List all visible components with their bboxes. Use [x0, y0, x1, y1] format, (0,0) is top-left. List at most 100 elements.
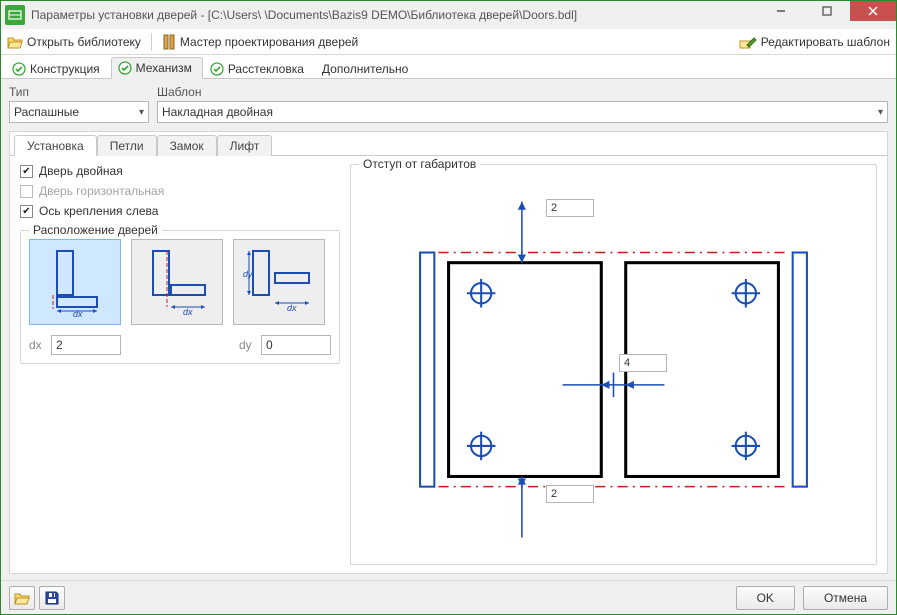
- double-door-label: Дверь двойная: [39, 164, 123, 178]
- minimize-button[interactable]: [758, 1, 804, 21]
- maximize-button[interactable]: [804, 1, 850, 21]
- template-column: Шаблон Накладная двойная ▾: [157, 85, 888, 123]
- offset-drawing: 2 4 2: [359, 173, 868, 556]
- main-tab-bar: Конструкция Механизм Расстекловка Дополн…: [1, 55, 896, 79]
- sub-tab-bar: Установка Петли Замок Лифт: [10, 132, 887, 156]
- offset-group: Отступ от габаритов: [350, 164, 877, 565]
- ok-button[interactable]: OK: [736, 586, 795, 610]
- content-area: Тип Распашные ▾ Шаблон Накладная двойная…: [1, 79, 896, 580]
- subtab-hinges-label: Петли: [110, 139, 144, 153]
- cancel-label: Отмена: [824, 591, 867, 605]
- close-button[interactable]: [850, 1, 896, 21]
- edit-template-label: Редактировать шаблон: [761, 35, 890, 49]
- check-icon: [12, 62, 26, 76]
- svg-text:dy: dy: [243, 269, 253, 279]
- checkbox-icon: ✔: [20, 205, 33, 218]
- tab-extra-label: Дополнительно: [322, 62, 408, 76]
- install-options-column: ✔ Дверь двойная Дверь горизонтальная ✔ О…: [20, 164, 340, 565]
- door-wizard-label: Мастер проектирования дверей: [180, 35, 358, 49]
- template-select[interactable]: Накладная двойная ▾: [157, 101, 888, 123]
- dx-label: dx: [29, 338, 47, 352]
- layout-option-1[interactable]: dx: [29, 239, 121, 325]
- open-library-button[interactable]: Открыть библиотеку: [7, 35, 141, 49]
- offset-top-value: 2: [551, 202, 557, 214]
- tab-mechanism-label: Механизм: [136, 61, 192, 75]
- template-value: Накладная двойная: [162, 105, 273, 119]
- save-icon: [45, 591, 59, 605]
- mechanism-panel: Установка Петли Замок Лифт ✔ Дверь двойн…: [9, 131, 888, 574]
- layout-option-3[interactable]: dy dx: [233, 239, 325, 325]
- type-column: Тип Распашные ▾: [9, 85, 149, 123]
- svg-text:dx: dx: [183, 307, 193, 317]
- door-wizard-button[interactable]: Мастер проектирования дверей: [162, 34, 358, 50]
- open-button[interactable]: [9, 586, 35, 610]
- tab-extra[interactable]: Дополнительно: [315, 58, 419, 79]
- app-icon: [5, 5, 25, 25]
- dy-value: 0: [266, 338, 273, 352]
- window-title: Параметры установки дверей - [C:\Users\ …: [31, 8, 758, 22]
- subtab-lock[interactable]: Замок: [157, 135, 217, 156]
- checkbox-icon: [20, 185, 33, 198]
- dx-field: dx 2: [29, 335, 121, 355]
- tab-mechanism[interactable]: Механизм: [111, 57, 203, 79]
- dx-value: 2: [56, 338, 63, 352]
- subtab-lock-label: Замок: [170, 139, 204, 153]
- layout-option-2[interactable]: dx: [131, 239, 223, 325]
- subtab-install-label: Установка: [27, 139, 84, 153]
- chevron-down-icon: ▾: [139, 107, 144, 118]
- cancel-button[interactable]: Отмена: [803, 586, 888, 610]
- folder-open-icon: [7, 35, 23, 49]
- type-value: Распашные: [14, 105, 79, 119]
- offset-title: Отступ от габаритов: [359, 157, 480, 171]
- dy-field: dy 0: [239, 335, 331, 355]
- type-template-row: Тип Распашные ▾ Шаблон Накладная двойная…: [9, 85, 888, 123]
- svg-text:dx: dx: [287, 303, 297, 313]
- offset-top-input[interactable]: 2: [546, 199, 594, 217]
- horizontal-door-checkbox: Дверь горизонтальная: [20, 184, 340, 198]
- type-label: Тип: [9, 85, 149, 99]
- offset-middle-input[interactable]: 4: [619, 354, 667, 372]
- edit-template-button[interactable]: Редактировать шаблон: [739, 35, 890, 49]
- titlebar: Параметры установки дверей - [C:\Users\ …: [1, 1, 896, 29]
- layout-thumb-row: dx dx: [29, 239, 331, 325]
- subtab-hinges[interactable]: Петли: [97, 135, 157, 156]
- tab-construction[interactable]: Конструкция: [5, 58, 111, 79]
- subtab-lift-label: Лифт: [230, 139, 260, 153]
- open-library-label: Открыть библиотеку: [27, 35, 141, 49]
- template-label: Шаблон: [157, 85, 888, 99]
- ok-label: OK: [757, 591, 774, 605]
- window: Параметры установки дверей - [C:\Users\ …: [0, 0, 897, 615]
- panel-body: ✔ Дверь двойная Дверь горизонтальная ✔ О…: [10, 156, 887, 573]
- toolbar-separator: [151, 33, 152, 51]
- tab-glazing-label: Расстекловка: [228, 62, 304, 76]
- offset-bottom-input[interactable]: 2: [546, 485, 594, 503]
- check-icon: [118, 61, 132, 75]
- toolbar: Открыть библиотеку Мастер проектирования…: [1, 29, 896, 55]
- hinge-left-label: Ось крепления слева: [39, 204, 158, 218]
- dx-dy-row: dx 2 dy 0: [29, 335, 331, 355]
- dx-input[interactable]: 2: [51, 335, 121, 355]
- offset-middle-value: 4: [624, 357, 630, 369]
- hinge-left-checkbox[interactable]: ✔ Ось крепления слева: [20, 204, 340, 218]
- window-buttons: [758, 1, 896, 21]
- checkbox-icon: ✔: [20, 165, 33, 178]
- subtab-lift[interactable]: Лифт: [217, 135, 273, 156]
- offset-bottom-value: 2: [551, 488, 557, 500]
- tab-glazing[interactable]: Расстекловка: [203, 58, 315, 79]
- subtab-install[interactable]: Установка: [14, 135, 97, 156]
- dy-input[interactable]: 0: [261, 335, 331, 355]
- folder-open-icon: [14, 591, 30, 605]
- save-button[interactable]: [39, 586, 65, 610]
- chevron-down-icon: ▾: [878, 107, 883, 118]
- bottom-bar: OK Отмена: [1, 580, 896, 614]
- door-wizard-icon: [162, 34, 176, 50]
- horizontal-door-label: Дверь горизонтальная: [39, 184, 164, 198]
- offset-column: Отступ от габаритов: [350, 164, 877, 565]
- dy-label: dy: [239, 338, 257, 352]
- type-select[interactable]: Распашные ▾: [9, 101, 149, 123]
- door-layout-title: Расположение дверей: [29, 223, 162, 237]
- dialog-buttons: OK Отмена: [736, 586, 888, 610]
- door-layout-group: Расположение дверей dx: [20, 230, 340, 364]
- check-icon: [210, 62, 224, 76]
- double-door-checkbox[interactable]: ✔ Дверь двойная: [20, 164, 340, 178]
